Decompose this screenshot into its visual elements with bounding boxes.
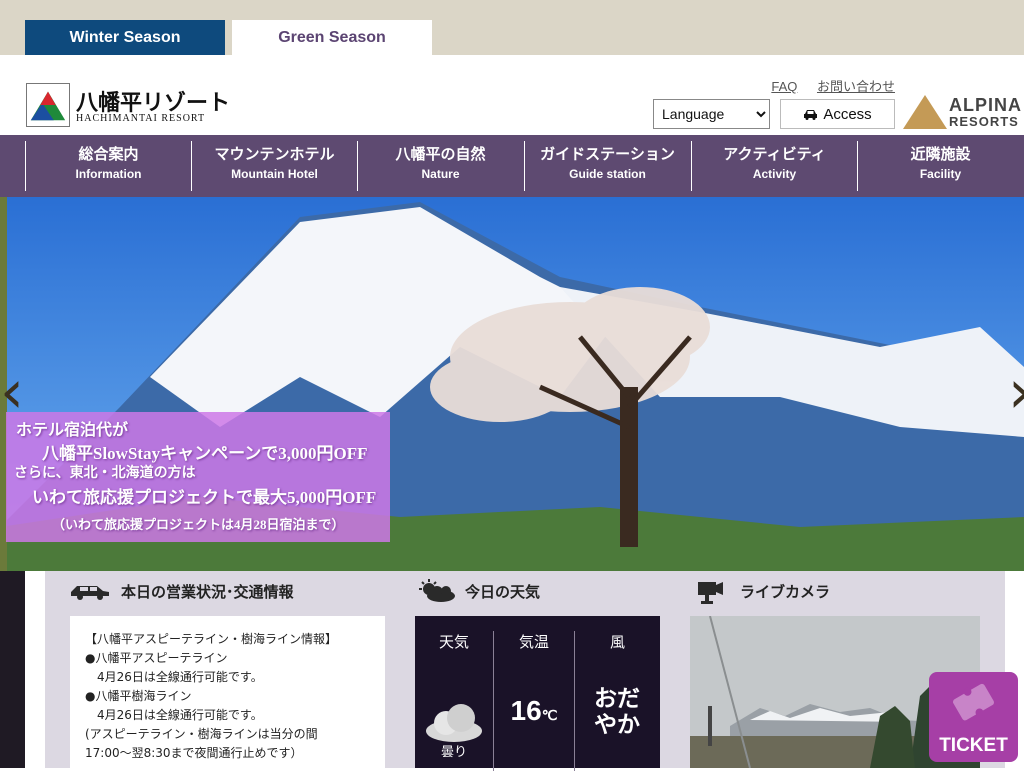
wind-value: おだやか	[590, 686, 644, 738]
promo-line: 八幡平SlowStayキャンペーンで3,000円OFF	[42, 444, 368, 463]
traffic-title: 本日の営業状況･交通情報	[121, 583, 294, 601]
alpina-text-line2: RESORTS	[949, 114, 1019, 129]
ticket-label: TICKET	[939, 735, 1008, 756]
ticket-icon	[953, 683, 994, 721]
nav-item-information[interactable]: 総合案内 Information	[25, 141, 191, 191]
temp-col-label: 気温	[518, 633, 549, 651]
nav-item-label-en: Mountain Hotel	[231, 167, 318, 181]
weather-wind-column: 風 おだやか	[575, 631, 660, 771]
nav-item-label-en: Nature	[421, 167, 460, 181]
weather-title: 今日の天気	[465, 583, 541, 601]
ticket-button[interactable]: TICKET	[929, 672, 1018, 762]
info-area: 本日の営業状況･交通情報 【八幡平アスピーテライン・樹海ライン情報】 ●八幡平ア…	[0, 571, 1024, 771]
header: 八幡平リゾート HACHIMANTAI RESORT FAQ お問い合わせ La…	[0, 55, 1024, 135]
tab-winter-season[interactable]: Winter Season	[25, 20, 225, 55]
traffic-info-box: 【八幡平アスピーテライン・樹海ライン情報】 ●八幡平アスピーテライン 4月26日…	[70, 616, 385, 768]
season-bar: Winter Season Green Season	[0, 0, 1024, 55]
nav-item-label-ja: ガイドステーション	[540, 145, 675, 163]
weather-box: 天気 曇り 気温 16℃ 風 おだやか	[415, 616, 660, 771]
livecam-title: ライブカメラ	[740, 583, 831, 601]
site-logo[interactable]: 八幡平リゾート HACHIMANTAI RESORT	[26, 83, 230, 128]
weather-condition-column: 天気 曇り	[415, 631, 493, 771]
nav-item-label-en: Facility	[919, 167, 962, 181]
car-icon	[71, 586, 109, 600]
alpina-resorts-logo[interactable]: ALPINA RESORTS	[903, 95, 1024, 131]
info-panel: 本日の営業状況･交通情報 【八幡平アスピーテライン・樹海ライン情報】 ●八幡平ア…	[45, 571, 1005, 771]
logo-text-en: HACHIMANTAI RESORT	[76, 113, 206, 124]
temp-number: 16	[510, 695, 542, 726]
nav-item-label-ja: 総合案内	[78, 145, 139, 163]
nav-item-label-en: Activity	[752, 167, 797, 181]
promo-line: （いわて旅応援プロジェクトは4月28日宿泊まで）	[52, 517, 345, 532]
promo-banner[interactable]: ホテル宿泊代が 八幡平SlowStayキャンペーンで3,000円OFF さらに、…	[6, 412, 390, 542]
language-select[interactable]: Language	[653, 99, 770, 129]
hero-slider[interactable]: ‹ › ホテル宿泊代が 八幡平SlowStayキャンペーンで3,000円OFF …	[0, 197, 1024, 571]
access-label: Access	[823, 105, 872, 123]
nav-item-label-ja: 近隣施設	[910, 145, 971, 163]
promo-line: さらに、東北・北海道の方は	[14, 466, 196, 481]
promo-line: ホテル宿泊代が	[16, 422, 129, 439]
video-camera-icon	[698, 582, 723, 604]
nav-item-facility[interactable]: 近隣施設 Facility	[857, 141, 1023, 191]
slider-next-arrow-icon[interactable]: ›	[1008, 362, 1024, 422]
nav-item-label-ja: マウンテンホテル	[214, 145, 335, 163]
faq-link[interactable]: FAQ	[771, 79, 797, 94]
weather-condition-label: 曇り	[440, 745, 467, 760]
logo-mark-icon	[26, 83, 70, 127]
weather-temp-column: 気温 16℃	[494, 631, 574, 771]
top-links: FAQ お問い合わせ	[755, 76, 895, 95]
nav-item-nature[interactable]: 八幡平の自然 Nature	[357, 141, 523, 191]
tab-green-season[interactable]: Green Season	[232, 20, 432, 55]
nav-item-activity[interactable]: アクティビティ Activity	[691, 141, 857, 191]
nav-item-label-en: Guide station	[569, 167, 646, 181]
nav-item-label-en: Information	[75, 167, 142, 181]
contact-link[interactable]: お問い合わせ	[817, 79, 895, 94]
cloud-icon	[426, 704, 482, 742]
temp-value: 16℃	[494, 695, 574, 727]
car-icon	[804, 109, 818, 120]
wind-col-label: 風	[609, 633, 625, 651]
nav-item-mountain-hotel[interactable]: マウンテンホテル Mountain Hotel	[191, 141, 357, 191]
nav-item-guide-station[interactable]: ガイドステーション Guide station	[524, 141, 690, 191]
left-dark-strip	[0, 571, 25, 768]
temp-unit: ℃	[541, 707, 558, 723]
weather-col-label: 天気	[438, 633, 469, 651]
main-nav: 総合案内 Information マウンテンホテル Mountain Hotel…	[0, 135, 1024, 197]
promo-line: いわて旅応援プロジェクトで最大5,000円OFF	[32, 488, 377, 507]
alpina-text-line1: ALPINA	[949, 95, 1022, 115]
nav-item-label-ja: 八幡平の自然	[395, 145, 486, 163]
wind-text: おだやか	[594, 686, 640, 738]
sun-cloud-icon	[419, 579, 455, 602]
access-button[interactable]: Access	[780, 99, 895, 129]
nav-item-label-ja: アクティビティ	[723, 145, 826, 163]
alpina-mountain-icon	[903, 95, 947, 129]
